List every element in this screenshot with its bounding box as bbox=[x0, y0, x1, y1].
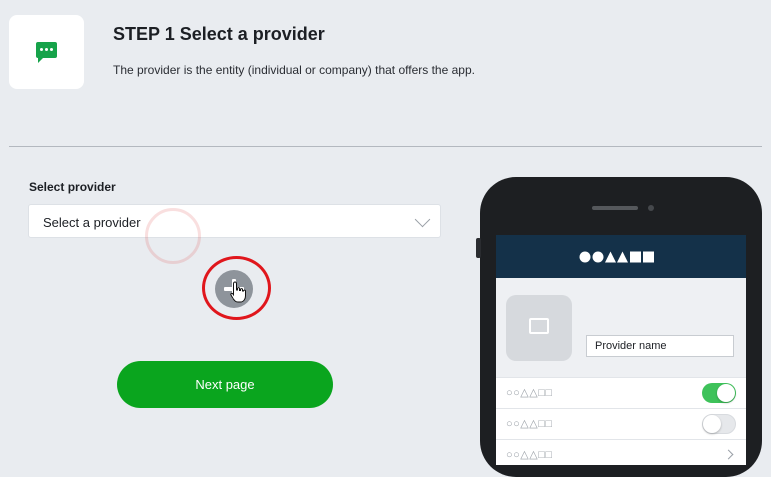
step-icon-tile bbox=[9, 15, 84, 89]
provider-name-field: Provider name bbox=[586, 335, 734, 357]
list-item-label: ○○△△□□ bbox=[506, 418, 553, 430]
hand-cursor-icon bbox=[230, 281, 246, 303]
chevron-right-icon bbox=[723, 449, 734, 460]
list-item-label: ○○△△□□ bbox=[506, 449, 553, 461]
app-logo bbox=[579, 251, 654, 262]
provider-select[interactable]: Select a provider bbox=[28, 204, 441, 238]
chat-bubble-icon bbox=[36, 42, 57, 63]
page-description: The provider is the entity (individual o… bbox=[113, 63, 475, 77]
phone-screen: Provider name ○○△△□□ ○○△△□□ ○○△△□□ bbox=[496, 235, 746, 465]
section-divider bbox=[9, 146, 762, 147]
app-header bbox=[496, 235, 746, 278]
page-title: STEP 1 Select a provider bbox=[113, 24, 325, 44]
select-provider-label: Select provider bbox=[29, 180, 116, 194]
next-page-button[interactable]: Next page bbox=[117, 361, 333, 408]
provider-image-placeholder bbox=[506, 295, 572, 361]
image-icon bbox=[529, 318, 549, 334]
list-item: ○○△△□□ bbox=[496, 408, 746, 440]
phone-camera bbox=[648, 205, 654, 211]
chevron-down-icon bbox=[414, 211, 431, 228]
provider-select-value: Select a provider bbox=[43, 215, 141, 230]
phone-speaker bbox=[592, 206, 638, 210]
phone-side-button bbox=[476, 238, 481, 258]
list-item-label: ○○△△□□ bbox=[506, 387, 553, 399]
list-item: ○○△△□□ bbox=[496, 377, 746, 409]
list-item: ○○△△□□ bbox=[496, 439, 746, 465]
toggle-off bbox=[702, 414, 736, 434]
toggle-on bbox=[702, 383, 736, 403]
click-ripple bbox=[145, 208, 201, 264]
